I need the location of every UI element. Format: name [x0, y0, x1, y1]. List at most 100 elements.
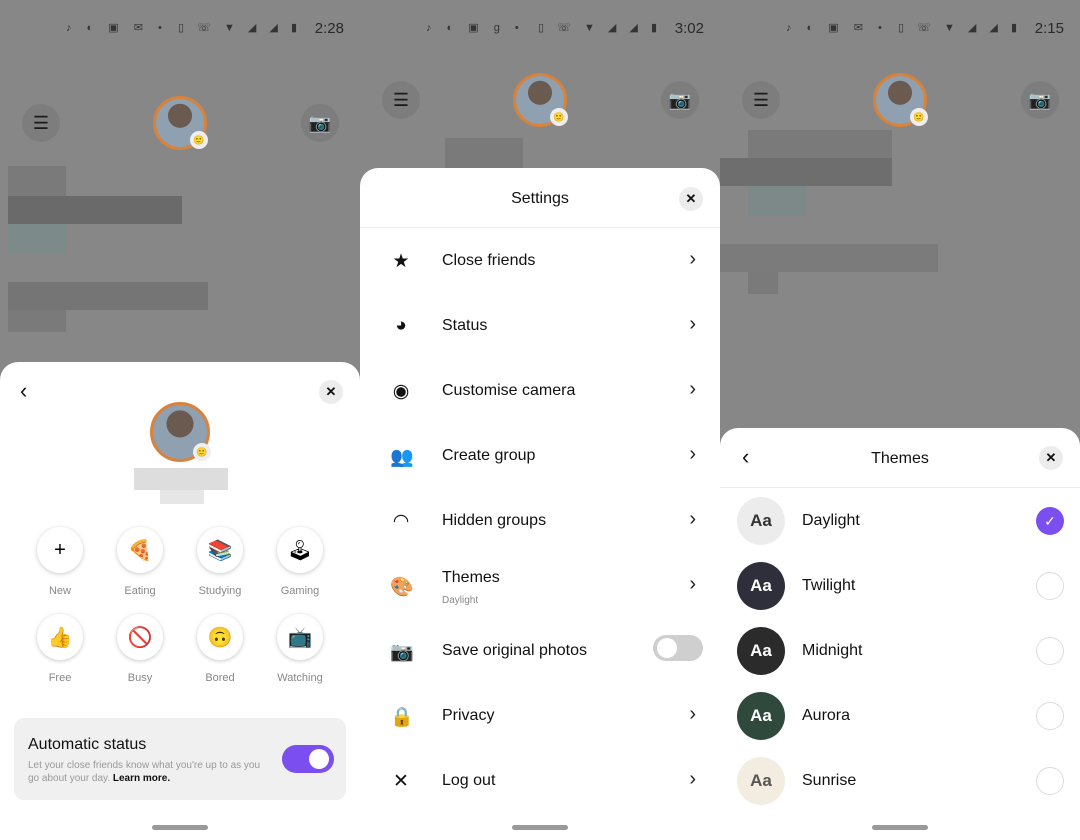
blurred-content	[8, 166, 66, 196]
menu-icon[interactable]: ☰	[382, 81, 420, 119]
theme-preview: Aa	[737, 562, 785, 610]
chevron-right-icon: ›	[689, 768, 696, 790]
status-option-busy[interactable]: 🚫 Busy	[100, 614, 180, 684]
status-bar: ♪ ◐ ▣ ✉ • ▯ ☏ ▼ ◢ ◢ ▮ 2:28	[66, 20, 344, 37]
hidden-groups-icon: ◠	[392, 511, 410, 532]
status-label: Busy	[127, 672, 153, 684]
back-icon[interactable]: ‹	[20, 378, 27, 404]
chevron-right-icon: ›	[689, 703, 696, 725]
theme-label: Sunrise	[802, 772, 857, 789]
settings-item-label: Create group	[442, 447, 536, 464]
check-icon[interactable]: ✓	[1036, 507, 1064, 535]
status-icon: 🕹	[277, 527, 323, 573]
status-icon: 📺	[277, 614, 323, 660]
close-icon[interactable]: ✕	[1039, 446, 1063, 470]
status-icon: 📚	[197, 527, 243, 573]
chevron-right-icon: ›	[689, 248, 696, 270]
status-option-studying[interactable]: 📚 Studying	[180, 527, 260, 597]
status-icon: 🙃	[197, 614, 243, 660]
save-original-photos-icon: 📷	[390, 642, 414, 663]
settings-item-log-out[interactable]: ✕ Log out ›	[360, 748, 720, 813]
status-label: New	[48, 585, 71, 597]
settings-item-customise-camera[interactable]: ◉ Customise camera ›	[360, 358, 720, 423]
avatar[interactable]: 🙂	[513, 73, 568, 127]
avatar[interactable]: 🙂	[153, 96, 208, 150]
settings-item-close-friends[interactable]: ★ Close friends ›	[360, 228, 720, 293]
status-option-gaming[interactable]: 🕹 Gaming	[260, 527, 340, 597]
theme-aurora[interactable]: Aa Aurora	[720, 683, 1080, 748]
camera-icon[interactable]: 📷	[301, 104, 339, 142]
status-bar: ♪ ◐ ▣ ✉ • ▯ ☏ ▼ ◢ ◢ ▮ 2:15	[786, 20, 1064, 37]
close-icon[interactable]: ✕	[319, 380, 343, 404]
theme-sunrise[interactable]: Aa Sunrise	[720, 748, 1080, 813]
settings-item-themes[interactable]: 🎨 Themes Daylight ›	[360, 553, 720, 618]
theme-label: Twilight	[802, 577, 856, 594]
status-icon: 🍕	[117, 527, 163, 573]
status-panel: ♪ ◐ ▣ ✉ • ▯ ☏ ▼ ◢ ◢ ▮ 2:28 ☰ 🙂 📷 ‹ ✕ 🙂 + Ne…	[0, 0, 360, 840]
menu-icon[interactable]: ☰	[22, 104, 60, 142]
settings-item-save-original-photos[interactable]: 📷 Save original photos	[360, 618, 720, 683]
settings-item-status[interactable]: ◕ Status ›	[360, 293, 720, 358]
theme-radio[interactable]	[1036, 767, 1064, 795]
blurred-name	[134, 468, 228, 490]
settings-item-hidden-groups[interactable]: ◠ Hidden groups ›	[360, 488, 720, 553]
theme-preview: Aa	[737, 627, 785, 675]
settings-sheet: Settings ✕ ★ Close friends › ◕ Status › ◉ Custo…	[360, 168, 720, 840]
auto-title: Automatic status	[28, 736, 147, 753]
settings-item-label: Save original photos	[442, 642, 587, 659]
avatar: 🙂	[150, 402, 211, 462]
automatic-status-card: Automatic status Let your close friends …	[14, 718, 346, 800]
automatic-status-toggle[interactable]	[282, 745, 334, 773]
status-label: Watching	[277, 672, 323, 684]
learn-more-link[interactable]: Learn more.	[113, 773, 170, 784]
privacy-icon: 🔒	[390, 707, 414, 728]
theme-radio[interactable]	[1036, 702, 1064, 730]
customise-camera-icon: ◉	[392, 381, 410, 402]
camera-icon[interactable]: 📷	[661, 81, 699, 119]
status-label: Eating	[124, 585, 156, 597]
menu-icon[interactable]: ☰	[742, 81, 780, 119]
status-option-free[interactable]: 👍 Free	[20, 614, 100, 684]
theme-twilight[interactable]: Aa Twilight	[720, 553, 1080, 618]
theme-preview: Aa	[737, 757, 785, 805]
close-icon[interactable]: ✕	[679, 187, 703, 211]
status-label: Free	[48, 672, 72, 684]
chevron-right-icon: ›	[689, 443, 696, 465]
chevron-right-icon: ›	[689, 378, 696, 400]
status-bar: ♪ ◐ ▣ g • ▯ ☏ ▼ ◢ ◢ ▮ 3:02	[426, 20, 704, 37]
theme-preview: Aa	[737, 497, 785, 545]
theme-label: Daylight	[802, 512, 860, 529]
status-option-watching[interactable]: 📺 Watching	[260, 614, 340, 684]
settings-item-create-group[interactable]: 👥 Create group ›	[360, 423, 720, 488]
settings-item-label: Hidden groups	[442, 512, 547, 529]
settings-item-privacy[interactable]: 🔒 Privacy ›	[360, 683, 720, 748]
status-icon: ◕	[395, 315, 407, 336]
status-label: Gaming	[280, 585, 320, 597]
status-label: Studying	[198, 585, 242, 597]
home-indicator	[152, 825, 208, 830]
home-indicator	[512, 825, 568, 830]
settings-item-label: Log out	[442, 772, 496, 789]
save-original-photos-toggle[interactable]	[653, 635, 703, 661]
themes-title: Themes	[871, 450, 929, 467]
status-icon: 🚫	[117, 614, 163, 660]
themes-panel: ♪ ◐ ▣ ✉ • ▯ ☏ ▼ ◢ ◢ ▮ 2:15 ☰ 🙂 📷 ‹ Themes …	[720, 0, 1080, 840]
theme-radio[interactable]	[1036, 637, 1064, 665]
settings-title: Settings	[511, 190, 569, 207]
theme-preview: Aa	[737, 692, 785, 740]
status-option-eating[interactable]: 🍕 Eating	[100, 527, 180, 597]
settings-item-label: Privacy	[442, 707, 495, 724]
settings-item-label: Status	[442, 317, 488, 334]
chevron-right-icon: ›	[689, 313, 696, 335]
theme-radio[interactable]	[1036, 572, 1064, 600]
theme-midnight[interactable]: Aa Midnight	[720, 618, 1080, 683]
themes-sheet: ‹ Themes ✕ Aa Daylight ✓ Aa Twilight Aa Midnig…	[720, 428, 1080, 840]
chevron-right-icon: ›	[689, 573, 696, 595]
settings-item-label: Customise camera	[442, 382, 576, 399]
status-option-new[interactable]: + New	[20, 527, 100, 597]
avatar[interactable]: 🙂	[873, 73, 928, 127]
settings-item-label: Close friends	[442, 252, 536, 269]
theme-daylight[interactable]: Aa Daylight ✓	[720, 488, 1080, 553]
status-option-bored[interactable]: 🙃 Bored	[180, 614, 260, 684]
camera-icon[interactable]: 📷	[1021, 81, 1059, 119]
